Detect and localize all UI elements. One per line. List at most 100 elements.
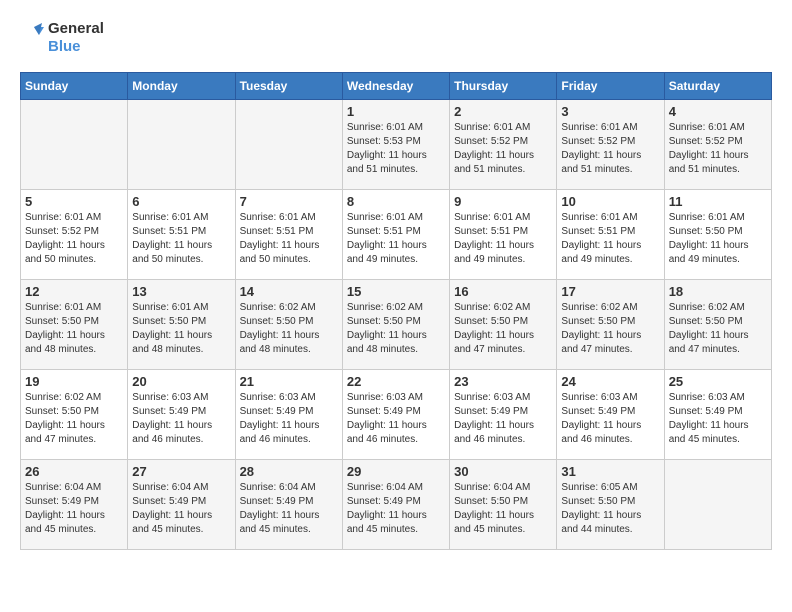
day-cell: 3 Sunrise: 6:01 AM Sunset: 5:52 PM Daylig…: [557, 100, 664, 190]
day-info: Sunrise: 6:04 AM Sunset: 5:49 PM Dayligh…: [25, 481, 123, 537]
day-number: 2: [454, 104, 552, 119]
day-info: Sunrise: 6:01 AM Sunset: 5:50 PM Dayligh…: [669, 211, 767, 267]
day-cell: 11Sunrise: 6:01 AM Sunset: 5:50 PM Dayli…: [664, 190, 771, 280]
page-header: General Blue: [20, 20, 772, 56]
calendar-header: SundayMondayTuesdayWednesdayThursdayFrid…: [21, 73, 772, 100]
column-header-sunday: Sunday: [21, 73, 128, 100]
day-number: 20: [132, 374, 230, 389]
day-cell: [664, 460, 771, 550]
day-info: Sunrise: 6:01 AM Sunset: 5:53 PM Dayligh…: [347, 121, 445, 177]
day-cell: [235, 100, 342, 190]
column-header-friday: Friday: [557, 73, 664, 100]
week-row-4: 19Sunrise: 6:02 AM Sunset: 5:50 PM Dayli…: [21, 370, 772, 460]
day-number: 29: [347, 464, 445, 479]
day-cell: [21, 100, 128, 190]
day-number: 10: [561, 194, 659, 209]
day-number: 5: [25, 194, 123, 209]
day-cell: 14 Sunrise: 6:02 AM Sunset: 5:50 PM Dayli…: [235, 280, 342, 370]
day-info: Sunrise: 6:03 AM Sunset: 5:49 PM Dayligh…: [132, 391, 230, 447]
day-info: Sunrise: 6:02 AM Sunset: 5:50 PM Dayligh…: [347, 301, 445, 357]
day-cell: 4Sunrise: 6:01 AM Sunset: 5:52 PM Daylig…: [664, 100, 771, 190]
day-number: 28: [240, 464, 338, 479]
day-number: 30: [454, 464, 552, 479]
day-info: Sunrise: 6:02 AM Sunset: 5:50 PM Dayligh…: [240, 301, 338, 357]
day-info: Sunrise: 6:02 AM Sunset: 5:50 PM Dayligh…: [454, 301, 552, 357]
day-cell: 8 Sunrise: 6:01 AM Sunset: 5:51 PM Daylig…: [342, 190, 449, 280]
day-info: Sunrise: 6:05 AM Sunset: 5:50 PM Dayligh…: [561, 481, 659, 537]
day-info: Sunrise: 6:01 AM Sunset: 5:52 PM Dayligh…: [454, 121, 552, 177]
column-header-tuesday: Tuesday: [235, 73, 342, 100]
week-row-2: 5 Sunrise: 6:01 AM Sunset: 5:52 PM Daylig…: [21, 190, 772, 280]
day-number: 19: [25, 374, 123, 389]
day-cell: 9 Sunrise: 6:01 AM Sunset: 5:51 PM Daylig…: [450, 190, 557, 280]
day-number: 22: [347, 374, 445, 389]
day-number: 23: [454, 374, 552, 389]
header-row: SundayMondayTuesdayWednesdayThursdayFrid…: [21, 73, 772, 100]
day-number: 24: [561, 374, 659, 389]
day-info: Sunrise: 6:01 AM Sunset: 5:51 PM Dayligh…: [132, 211, 230, 267]
day-info: Sunrise: 6:01 AM Sunset: 5:51 PM Dayligh…: [561, 211, 659, 267]
day-info: Sunrise: 6:03 AM Sunset: 5:49 PM Dayligh…: [347, 391, 445, 447]
day-info: Sunrise: 6:01 AM Sunset: 5:51 PM Dayligh…: [240, 211, 338, 267]
day-info: Sunrise: 6:01 AM Sunset: 5:52 PM Dayligh…: [561, 121, 659, 177]
day-number: 25: [669, 374, 767, 389]
day-cell: 12Sunrise: 6:01 AM Sunset: 5:50 PM Dayli…: [21, 280, 128, 370]
day-info: Sunrise: 6:03 AM Sunset: 5:49 PM Dayligh…: [561, 391, 659, 447]
day-number: 31: [561, 464, 659, 479]
day-cell: 23 Sunrise: 6:03 AM Sunset: 5:49 PM Dayli…: [450, 370, 557, 460]
logo: General Blue: [20, 20, 104, 56]
day-cell: 5 Sunrise: 6:01 AM Sunset: 5:52 PM Daylig…: [21, 190, 128, 280]
day-cell: 19Sunrise: 6:02 AM Sunset: 5:50 PM Dayli…: [21, 370, 128, 460]
day-cell: 13Sunrise: 6:01 AM Sunset: 5:50 PM Dayli…: [128, 280, 235, 370]
day-number: 7: [240, 194, 338, 209]
day-number: 27: [132, 464, 230, 479]
day-number: 18: [669, 284, 767, 299]
day-number: 26: [25, 464, 123, 479]
day-cell: 26 Sunrise: 6:04 AM Sunset: 5:49 PM Dayli…: [21, 460, 128, 550]
day-cell: [128, 100, 235, 190]
day-cell: 28 Sunrise: 6:04 AM Sunset: 5:49 PM Dayli…: [235, 460, 342, 550]
day-cell: 30Sunrise: 6:04 AM Sunset: 5:50 PM Dayli…: [450, 460, 557, 550]
calendar-body: 1Sunrise: 6:01 AM Sunset: 5:53 PM Daylig…: [21, 100, 772, 550]
column-header-monday: Monday: [128, 73, 235, 100]
day-number: 15: [347, 284, 445, 299]
day-number: 9: [454, 194, 552, 209]
day-number: 6: [132, 194, 230, 209]
day-number: 13: [132, 284, 230, 299]
day-cell: 31 Sunrise: 6:05 AM Sunset: 5:50 PM Dayli…: [557, 460, 664, 550]
day-cell: 20 Sunrise: 6:03 AM Sunset: 5:49 PM Dayli…: [128, 370, 235, 460]
day-info: Sunrise: 6:01 AM Sunset: 5:51 PM Dayligh…: [347, 211, 445, 267]
day-info: Sunrise: 6:03 AM Sunset: 5:49 PM Dayligh…: [240, 391, 338, 447]
day-cell: 17Sunrise: 6:02 AM Sunset: 5:50 PM Dayli…: [557, 280, 664, 370]
column-header-wednesday: Wednesday: [342, 73, 449, 100]
day-info: Sunrise: 6:01 AM Sunset: 5:52 PM Dayligh…: [25, 211, 123, 267]
day-cell: 25 Sunrise: 6:03 AM Sunset: 5:49 PM Dayli…: [664, 370, 771, 460]
logo-text: General Blue: [48, 20, 104, 56]
column-header-saturday: Saturday: [664, 73, 771, 100]
logo-container: General Blue: [20, 20, 104, 56]
day-info: Sunrise: 6:01 AM Sunset: 5:51 PM Dayligh…: [454, 211, 552, 267]
day-info: Sunrise: 6:01 AM Sunset: 5:50 PM Dayligh…: [25, 301, 123, 357]
week-row-1: 1Sunrise: 6:01 AM Sunset: 5:53 PM Daylig…: [21, 100, 772, 190]
day-cell: 22 Sunrise: 6:03 AM Sunset: 5:49 PM Dayli…: [342, 370, 449, 460]
day-cell: 7 Sunrise: 6:01 AM Sunset: 5:51 PM Daylig…: [235, 190, 342, 280]
day-info: Sunrise: 6:04 AM Sunset: 5:49 PM Dayligh…: [132, 481, 230, 537]
day-number: 14: [240, 284, 338, 299]
day-cell: 15 Sunrise: 6:02 AM Sunset: 5:50 PM Dayli…: [342, 280, 449, 370]
day-cell: 21Sunrise: 6:03 AM Sunset: 5:49 PM Dayli…: [235, 370, 342, 460]
day-cell: 27 Sunrise: 6:04 AM Sunset: 5:49 PM Dayli…: [128, 460, 235, 550]
day-info: Sunrise: 6:03 AM Sunset: 5:49 PM Dayligh…: [454, 391, 552, 447]
day-info: Sunrise: 6:01 AM Sunset: 5:52 PM Dayligh…: [669, 121, 767, 177]
day-cell: 1Sunrise: 6:01 AM Sunset: 5:53 PM Daylig…: [342, 100, 449, 190]
day-info: Sunrise: 6:03 AM Sunset: 5:49 PM Dayligh…: [669, 391, 767, 447]
day-cell: 6 Sunrise: 6:01 AM Sunset: 5:51 PM Daylig…: [128, 190, 235, 280]
day-number: 8: [347, 194, 445, 209]
day-cell: 18 Sunrise: 6:02 AM Sunset: 5:50 PM Dayli…: [664, 280, 771, 370]
day-cell: 2 Sunrise: 6:01 AM Sunset: 5:52 PM Daylig…: [450, 100, 557, 190]
day-info: Sunrise: 6:02 AM Sunset: 5:50 PM Dayligh…: [561, 301, 659, 357]
week-row-5: 26 Sunrise: 6:04 AM Sunset: 5:49 PM Dayli…: [21, 460, 772, 550]
day-info: Sunrise: 6:04 AM Sunset: 5:49 PM Dayligh…: [240, 481, 338, 537]
day-number: 3: [561, 104, 659, 119]
day-cell: 24 Sunrise: 6:03 AM Sunset: 5:49 PM Dayli…: [557, 370, 664, 460]
day-info: Sunrise: 6:02 AM Sunset: 5:50 PM Dayligh…: [669, 301, 767, 357]
